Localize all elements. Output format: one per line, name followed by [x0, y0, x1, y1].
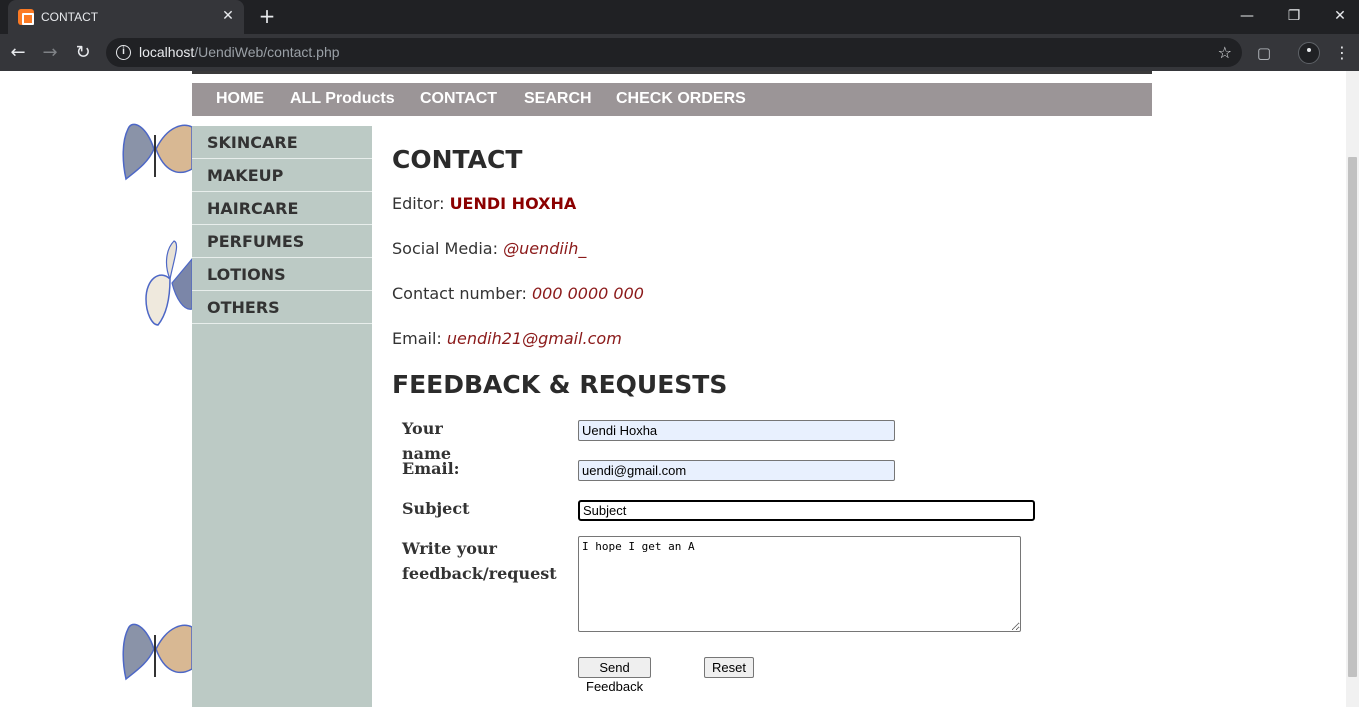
feedback-title: FEEDBACK & REQUESTS — [392, 370, 728, 399]
close-window-icon[interactable]: ✕ — [1327, 6, 1353, 26]
butterfly-image — [122, 623, 193, 681]
profile-avatar-icon[interactable] — [1298, 42, 1320, 64]
social-media-label: Social Media: — [392, 239, 498, 258]
url-text[interactable]: localhost/UendiWeb/contact.php — [139, 44, 340, 60]
url-path: /UendiWeb/contact.php — [194, 44, 340, 60]
social-media-value: @uendiih_ — [503, 239, 587, 258]
sidebar-item-makeup[interactable]: MAKEUP — [192, 159, 372, 192]
restore-window-icon[interactable]: ❐ — [1281, 6, 1307, 26]
social-media-line: Social Media: @uendiih_ — [392, 239, 586, 258]
subject-label: Subject — [402, 499, 470, 518]
nav-search[interactable]: SEARCH — [524, 90, 592, 108]
page-scrollbar[interactable] — [1346, 71, 1359, 707]
browser-toolbar: ← → ↻ i localhost/UendiWeb/contact.php ☆… — [0, 34, 1359, 71]
sidebar-item-skincare[interactable]: SKINCARE — [192, 126, 372, 159]
browser-tab-bar: CONTACT ✕ + — ❐ ✕ — [0, 0, 1359, 34]
sidebar-item-haircare[interactable]: HAIRCARE — [192, 192, 372, 225]
nav-check-orders[interactable]: CHECK ORDERS — [616, 90, 746, 108]
message-label-line2: feedback/request — [402, 564, 557, 583]
nav-contact[interactable]: CONTACT — [420, 90, 497, 108]
close-tab-icon[interactable]: ✕ — [220, 8, 236, 24]
message-label-line1: Write your — [402, 539, 497, 558]
scrollbar-thumb[interactable] — [1348, 157, 1357, 677]
sidebar-item-lotions[interactable]: LOTIONS — [192, 258, 372, 291]
contact-number-value: 000 0000 000 — [531, 284, 644, 303]
butterfly-image — [145, 240, 193, 326]
editor-line: Editor: UENDI HOXHA — [392, 194, 576, 213]
top-navigation: HOME ALL Products CONTACT SEARCH CHECK O… — [192, 83, 1152, 116]
site-info-icon[interactable]: i — [116, 45, 131, 60]
address-bar[interactable]: i localhost/UendiWeb/contact.php ☆ — [106, 38, 1242, 67]
extension-cube-icon[interactable]: ▢ — [1253, 42, 1275, 64]
feedback-textarea[interactable]: I hope I get an A — [578, 536, 1021, 632]
nav-all-products[interactable]: ALL Products — [290, 90, 395, 108]
reset-button[interactable]: Reset — [704, 657, 754, 678]
message-label: Write your feedback/request — [402, 536, 557, 586]
email-label: Email: — [392, 329, 442, 348]
contact-title: CONTACT — [392, 145, 523, 174]
url-host: localhost — [139, 44, 195, 60]
editor-value: UENDI HOXHA — [449, 194, 577, 213]
your-name-input[interactable] — [578, 420, 895, 441]
send-feedback-button[interactable]: Send Feedback — [578, 657, 652, 694]
browser-menu-icon[interactable]: ⋮ — [1332, 42, 1352, 64]
category-sidebar: SKINCARE MAKEUP HAIRCARE PERFUMES LOTION… — [192, 126, 372, 707]
page-viewport: HOME ALL Products CONTACT SEARCH CHECK O… — [0, 71, 1359, 707]
email-value: uendih21@gmail.com — [446, 329, 622, 348]
butterfly-image — [122, 123, 193, 181]
forward-arrow-icon[interactable]: → — [39, 42, 61, 64]
email-line: Email: uendih21@gmail.com — [392, 329, 622, 348]
back-arrow-icon[interactable]: ← — [7, 42, 29, 64]
tab-title: CONTACT — [41, 10, 99, 24]
new-tab-icon[interactable]: + — [256, 6, 278, 28]
email-field[interactable] — [578, 460, 895, 481]
bookmark-star-icon[interactable]: ☆ — [1218, 43, 1232, 62]
minimize-window-icon[interactable]: — — [1234, 6, 1260, 26]
contact-number-label: Contact number: — [392, 284, 527, 303]
editor-label: Editor: — [392, 194, 445, 213]
email-field-label: Email: — [402, 459, 460, 478]
contact-number-line: Contact number: 000 0000 000 — [392, 284, 644, 303]
browser-tab-contact[interactable]: CONTACT ✕ — [8, 0, 244, 34]
header-divider — [192, 71, 1152, 74]
sidebar-item-others[interactable]: OTHERS — [192, 291, 372, 324]
subject-input[interactable] — [578, 500, 1035, 521]
nav-home[interactable]: HOME — [216, 90, 264, 108]
sidebar-item-perfumes[interactable]: PERFUMES — [192, 225, 372, 258]
reload-icon[interactable]: ↻ — [72, 42, 94, 64]
xampp-favicon-icon — [18, 9, 34, 25]
